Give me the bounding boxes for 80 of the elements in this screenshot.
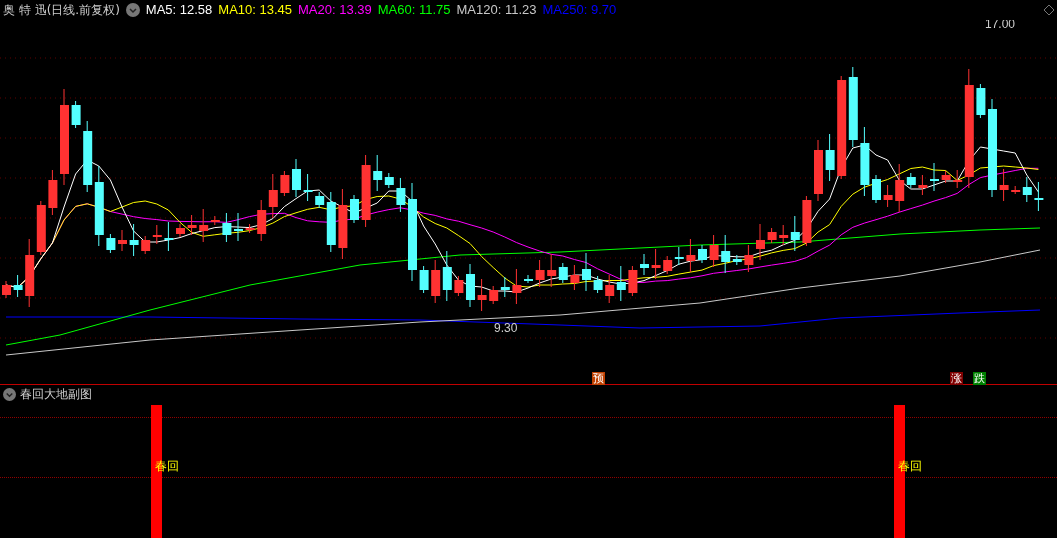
candlestick	[582, 252, 591, 292]
candlestick	[860, 126, 870, 197]
candlestick	[616, 265, 626, 302]
candlestick	[129, 223, 139, 257]
candlestick	[767, 227, 777, 244]
candlestick	[245, 223, 255, 234]
candlestick	[674, 246, 684, 266]
moving-average-legend: MA60: 11.75	[377, 0, 451, 20]
candlestick	[431, 259, 441, 304]
candlestick	[756, 223, 765, 261]
candlestick	[1034, 181, 1044, 212]
candlestick	[106, 233, 116, 254]
moving-average-legend: MA120: 11.23	[456, 0, 537, 20]
candlestick	[698, 244, 707, 264]
candlestick	[976, 83, 986, 119]
candlestick	[628, 265, 638, 297]
candlestick	[338, 188, 348, 260]
candlestick	[152, 224, 162, 245]
candlestick	[257, 199, 267, 242]
candlestick	[13, 274, 23, 298]
candlestick	[918, 174, 928, 196]
candlestick	[930, 162, 939, 192]
moving-average-legend: MA250: 9.70	[542, 0, 617, 20]
chart-title: 奥 特 迅(日线.前复权)	[3, 2, 120, 19]
candlestick	[280, 170, 290, 197]
candlestick	[176, 223, 185, 238]
candlestick	[744, 244, 754, 273]
candlestick	[651, 248, 661, 280]
candlestick	[48, 169, 58, 216]
candlestick	[512, 268, 522, 305]
candlestick	[419, 265, 429, 294]
event-marker[interactable]: 预	[592, 372, 605, 385]
diamond-icon[interactable]	[1044, 5, 1054, 15]
candlestick	[872, 174, 881, 204]
candlestick	[535, 259, 545, 288]
moving-average-legend: MA10: 13.45	[218, 0, 293, 20]
candlestick	[570, 264, 580, 291]
candlestick	[524, 274, 533, 284]
candlestick	[709, 234, 719, 268]
candlestick	[36, 200, 46, 256]
candlestick	[187, 214, 197, 236]
candlestick	[454, 275, 464, 297]
candlestick	[500, 276, 510, 298]
candlestick	[303, 173, 313, 202]
candlestick	[2, 280, 11, 299]
candlestick	[118, 229, 127, 252]
candlestick	[941, 170, 951, 184]
candlestick	[605, 274, 615, 304]
candlestick	[593, 275, 603, 294]
chevron-circle-icon[interactable]	[125, 3, 140, 17]
low-price-label: 9.30	[494, 321, 518, 335]
event-marker[interactable]: 涨	[950, 372, 963, 385]
candlestick	[350, 194, 359, 224]
candlestick	[164, 221, 174, 252]
candlestick	[477, 278, 487, 312]
candlestick	[222, 212, 232, 243]
chevron-circle-icon[interactable]	[3, 387, 16, 401]
moving-average-legend: MA20: 13.39	[298, 0, 372, 20]
candlestick	[999, 168, 1009, 202]
candlestick	[489, 285, 499, 305]
candlestick	[466, 263, 475, 308]
event-marker[interactable]: 跌	[973, 372, 986, 385]
candlestick	[663, 255, 673, 275]
candlestick	[640, 253, 649, 276]
candlestick	[292, 158, 301, 198]
high-price-label: 17.00	[985, 20, 1016, 31]
candlestick	[268, 173, 278, 219]
candlestick	[883, 184, 893, 208]
moving-average-legend: MA5: 12.58	[145, 0, 213, 20]
candlestick	[686, 238, 696, 273]
candlestick	[442, 250, 452, 302]
candlestick	[141, 235, 151, 255]
candlestick	[396, 177, 406, 213]
candlestick	[825, 133, 835, 182]
subchart-title: 春回大地副图	[20, 386, 92, 403]
candlestick	[234, 212, 243, 242]
candlestick	[71, 100, 81, 129]
candlestick	[25, 238, 35, 308]
candlestick	[802, 195, 812, 247]
candlestick	[814, 139, 823, 202]
